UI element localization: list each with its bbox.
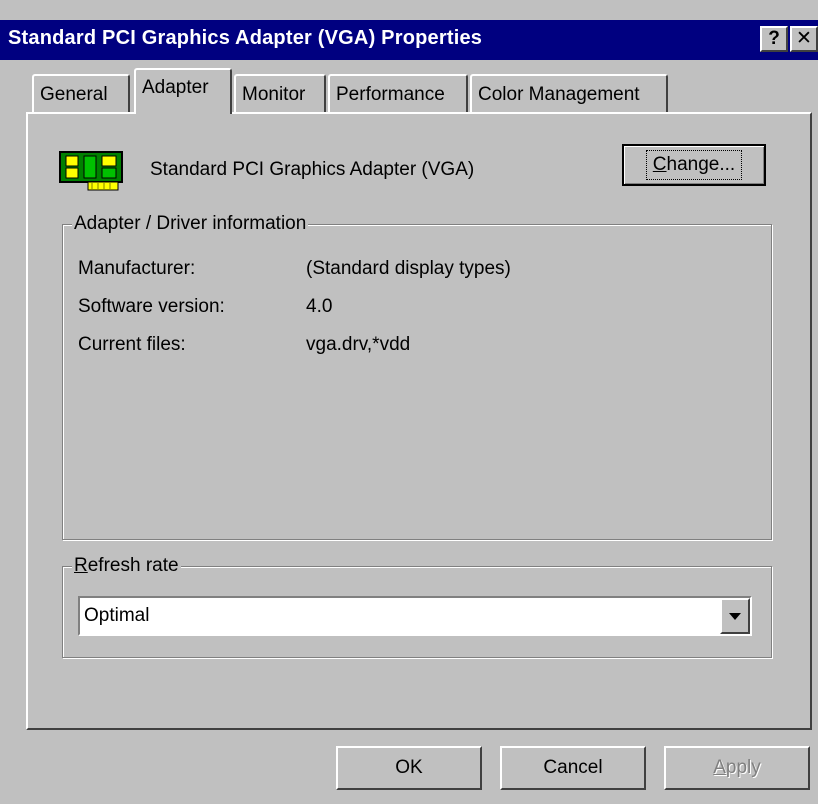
tab-adapter[interactable]: Adapter — [134, 68, 232, 114]
software-version-label: Software version: — [78, 296, 225, 317]
close-icon: ✕ — [796, 28, 812, 49]
window-title: Standard PCI Graphics Adapter (VGA) Prop… — [8, 27, 483, 49]
label-rest: pply — [725, 757, 761, 778]
driver-info-legend: Adapter / Driver information — [72, 213, 309, 235]
apply-button[interactable]: Apply — [664, 746, 810, 790]
mnemonic: R — [74, 555, 88, 576]
title-bar[interactable]: Standard PCI Graphics Adapter (VGA) Prop… — [0, 20, 818, 60]
dropdown-button[interactable] — [720, 598, 750, 634]
tab-label: Monitor — [242, 84, 306, 105]
refresh-rate-legend: Refresh rate — [72, 555, 181, 577]
cancel-label: Cancel — [543, 757, 603, 778]
tab-general[interactable]: General — [32, 74, 130, 114]
ok-label: OK — [395, 757, 423, 778]
help-icon: ? — [768, 28, 780, 49]
tab-color-management[interactable]: Color Management — [470, 74, 668, 114]
software-version-value: 4.0 — [306, 296, 333, 317]
manufacturer-label: Manufacturer: — [78, 258, 196, 279]
close-button[interactable]: ✕ — [790, 26, 818, 52]
adapter-name: Standard PCI Graphics Adapter (VGA) — [150, 159, 475, 180]
current-files-label: Current files: — [78, 334, 186, 355]
manufacturer-value: (Standard display types) — [306, 258, 511, 279]
label-rest: hange... — [666, 154, 736, 175]
refresh-rate-select[interactable]: Optimal — [78, 596, 752, 636]
tab-performance[interactable]: Performance — [328, 74, 468, 114]
mnemonic: A — [713, 757, 726, 778]
graphics-card-icon — [59, 151, 123, 191]
tab-label: Performance — [336, 84, 445, 105]
change-button-label: Change... — [645, 150, 743, 180]
apply-label: Apply — [713, 757, 761, 778]
tab-panel-adapter: Standard PCI Graphics Adapter (VGA) Chan… — [26, 112, 812, 730]
tab-label: General — [40, 84, 108, 105]
mnemonic: C — [652, 154, 667, 175]
cancel-button[interactable]: Cancel — [500, 746, 646, 790]
tab-label: Color Management — [478, 84, 640, 105]
tab-label: Adapter — [142, 77, 209, 98]
current-files-value: vga.drv,*vdd — [306, 334, 411, 355]
change-button[interactable]: Change... — [622, 144, 766, 186]
chevron-down-icon — [729, 613, 741, 620]
help-button[interactable]: ? — [760, 26, 788, 52]
tab-monitor[interactable]: Monitor — [234, 74, 326, 114]
label-rest: efresh rate — [87, 555, 179, 576]
refresh-rate-value: Optimal — [84, 605, 150, 626]
ok-button[interactable]: OK — [336, 746, 482, 790]
